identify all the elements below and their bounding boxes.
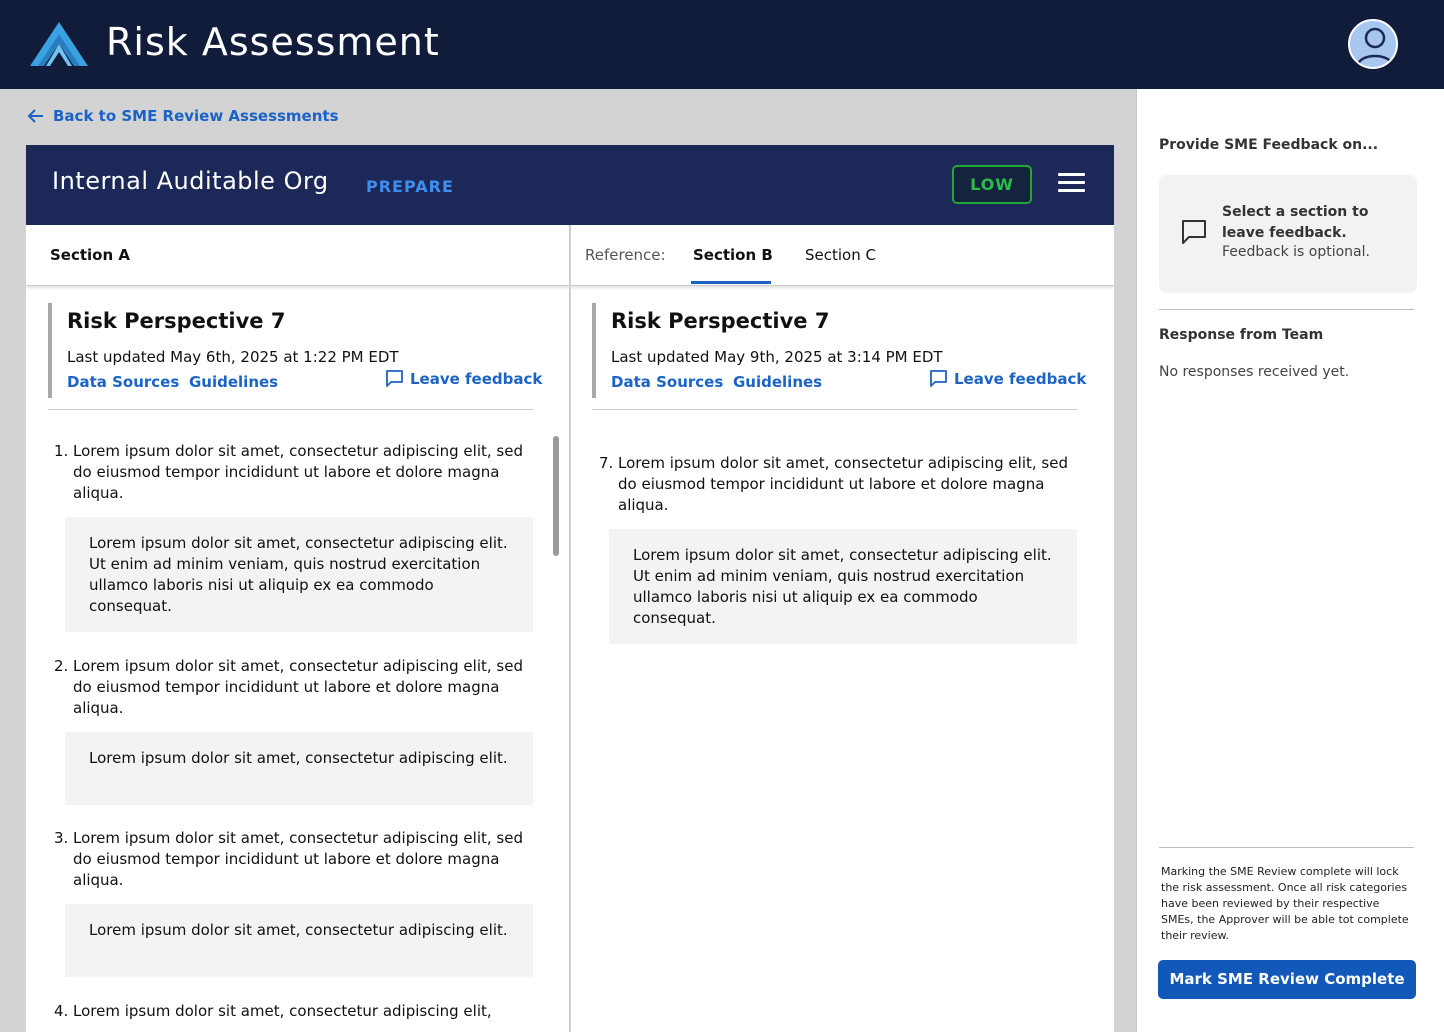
- leave-feedback-label: Leave feedback: [410, 369, 543, 388]
- risk-perspective-title: Risk Perspective 7: [67, 309, 286, 333]
- response-title: Response from Team: [1159, 327, 1324, 343]
- reference-panel: Reference: Section B Section C Risk Pers…: [571, 225, 1114, 1032]
- item-number: 4.: [54, 1002, 69, 1020]
- menu-icon[interactable]: [1058, 173, 1086, 195]
- guidelines-link[interactable]: Guidelines: [189, 373, 278, 391]
- completion-note: Marking the SME Review complete will loc…: [1161, 865, 1409, 942]
- last-updated: Last updated May 6th, 2025 at 1:22 PM ED…: [67, 348, 399, 366]
- org-header: Internal Auditable Org PREPARE LOW: [26, 145, 1114, 225]
- item-text: Lorem ipsum dolor sit amet, consectetur …: [73, 657, 523, 717]
- logo-icon: [30, 22, 88, 66]
- mark-review-complete-button[interactable]: Mark SME Review Complete: [1158, 960, 1416, 999]
- risk-perspective-title: Risk Perspective 7: [611, 309, 830, 333]
- feedback-card-note: Feedback is optional.: [1222, 244, 1370, 260]
- leave-feedback-button[interactable]: Leave feedback: [385, 369, 542, 388]
- org-name: Internal Auditable Org: [52, 167, 329, 195]
- comment-icon: [386, 370, 403, 387]
- item-number: 2.: [54, 657, 69, 675]
- comment-icon: [1182, 220, 1206, 244]
- tab-section-a[interactable]: Section A: [50, 246, 130, 264]
- item-number: 3.: [54, 829, 69, 847]
- guidelines-link[interactable]: Guidelines: [733, 373, 822, 391]
- divider: [1159, 309, 1414, 310]
- app-header: Risk Assessment: [0, 0, 1444, 89]
- divider: [592, 409, 1078, 410]
- item-text: Lorem ipsum dolor sit amet, consectetur …: [73, 442, 523, 502]
- item-response: Lorem ipsum dolor sit amet, consectetur …: [609, 529, 1077, 644]
- section-a-panel: Section A Risk Perspective 7 Last update…: [26, 225, 570, 1032]
- item-number: 7.: [599, 454, 614, 472]
- item-text: Lorem ipsum dolor sit amet, consectetur …: [73, 1002, 492, 1020]
- feedback-card[interactable]: Select a section to leave feedback. Feed…: [1159, 175, 1417, 293]
- reference-label: Reference:: [585, 246, 666, 264]
- divider: [48, 409, 534, 410]
- data-sources-link[interactable]: Data Sources: [611, 373, 723, 391]
- risk-perspective-header: Risk Perspective 7 Last updated May 9th,…: [592, 303, 1086, 398]
- item-text: Lorem ipsum dolor sit amet, consectetur …: [73, 829, 523, 889]
- app-title: Risk Assessment: [106, 20, 440, 64]
- tab-section-b[interactable]: Section B: [693, 246, 773, 264]
- leave-feedback-label: Leave feedback: [954, 369, 1087, 388]
- feedback-sidebar: Provide SME Feedback on... Select a sect…: [1136, 89, 1444, 1032]
- org-stage: PREPARE: [366, 177, 454, 196]
- risk-perspective-header: Risk Perspective 7 Last updated May 6th,…: [48, 303, 542, 398]
- item-text: Lorem ipsum dolor sit amet, consectetur …: [618, 454, 1068, 514]
- feedback-card-instruction: Select a section to leave feedback.: [1222, 204, 1369, 241]
- item-response: Lorem ipsum dolor sit amet, consectetur …: [65, 517, 533, 632]
- leave-feedback-button[interactable]: Leave feedback: [929, 369, 1086, 388]
- last-updated: Last updated May 9th, 2025 at 3:14 PM ED…: [611, 348, 943, 366]
- divider: [1159, 847, 1414, 848]
- scrollbar-thumb[interactable]: [553, 436, 559, 556]
- item-response: Lorem ipsum dolor sit amet, consectetur …: [65, 904, 533, 977]
- sidebar-title: Provide SME Feedback on...: [1159, 137, 1379, 153]
- comment-icon: [930, 370, 947, 387]
- item-number: 1.: [54, 442, 69, 460]
- risk-level-badge: LOW: [952, 165, 1032, 204]
- left-tabbar: Section A: [26, 225, 569, 286]
- tab-section-c[interactable]: Section C: [805, 246, 876, 264]
- item-response: Lorem ipsum dolor sit amet, consectetur …: [65, 732, 533, 805]
- user-avatar-icon[interactable]: [1348, 19, 1398, 69]
- back-link[interactable]: Back to SME Review Assessments: [27, 107, 339, 125]
- right-tabbar: Reference: Section B Section C: [571, 225, 1114, 286]
- active-tab-indicator: [691, 281, 771, 284]
- data-sources-link[interactable]: Data Sources: [67, 373, 179, 391]
- back-link-label: Back to SME Review Assessments: [53, 107, 339, 125]
- response-empty-text: No responses received yet.: [1159, 364, 1350, 380]
- arrow-left-icon: [27, 109, 43, 123]
